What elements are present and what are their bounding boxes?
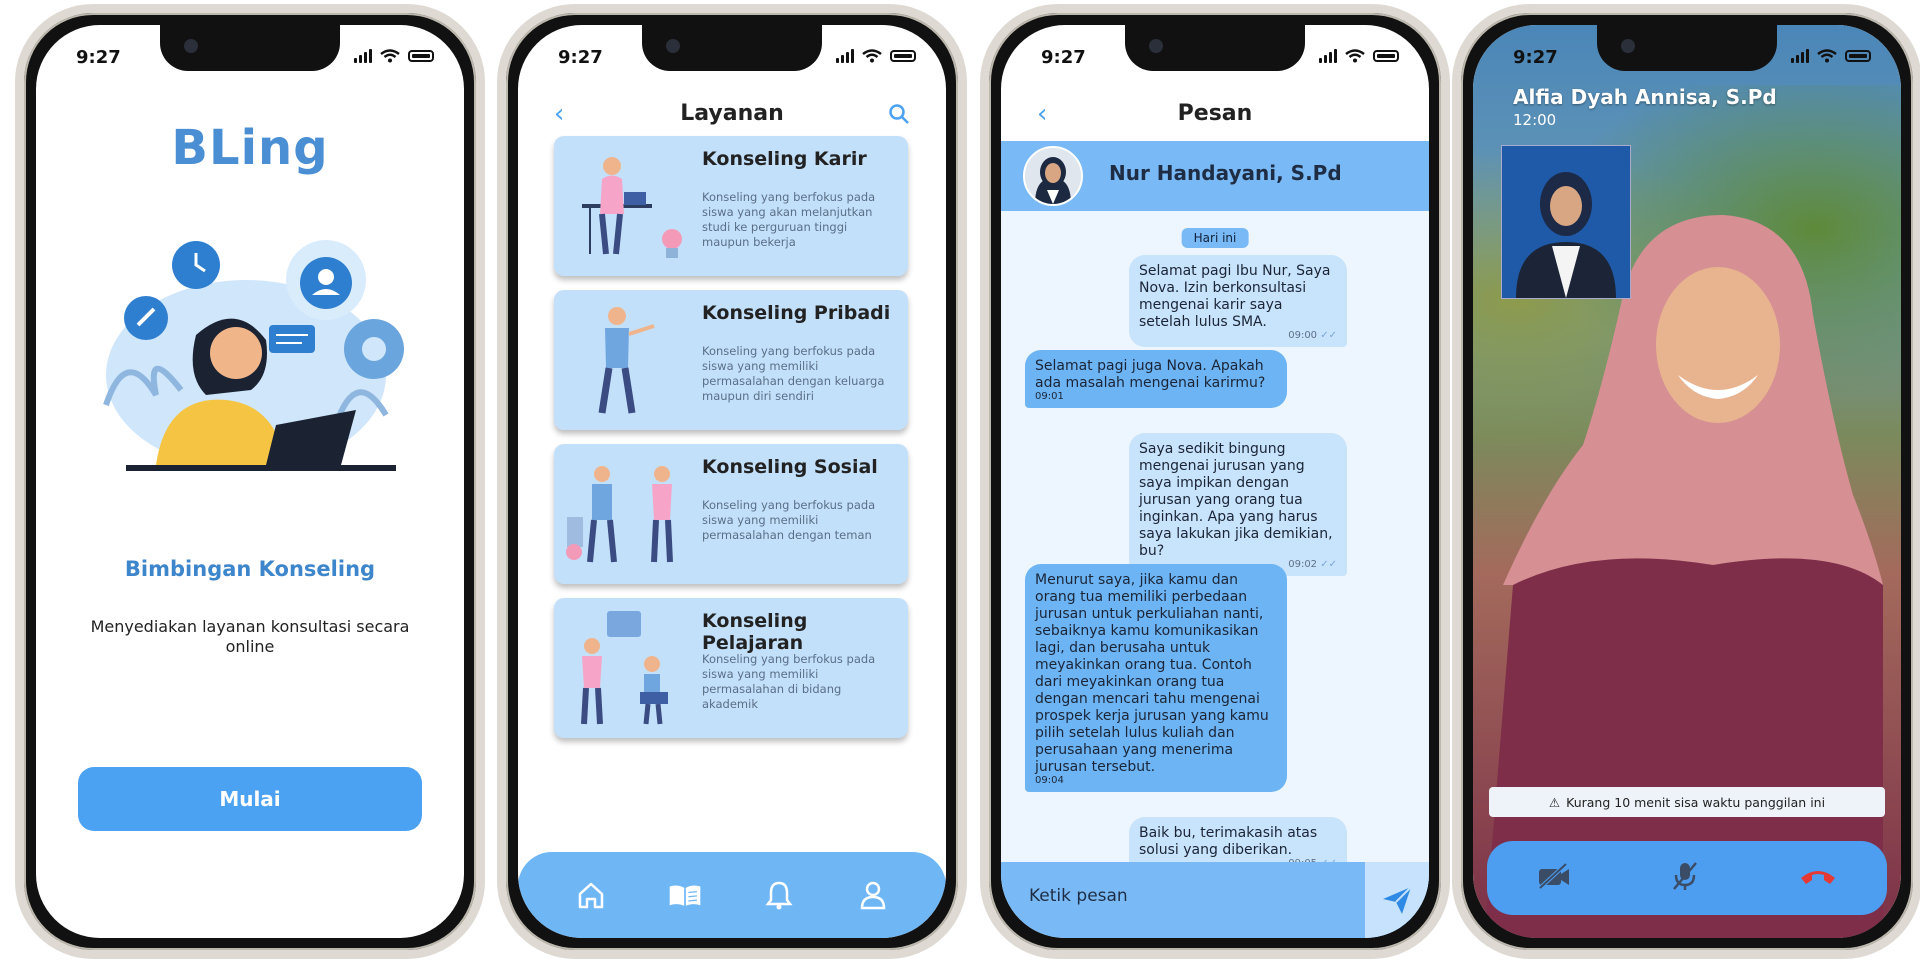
battery-icon xyxy=(1373,50,1399,62)
time-warning-banner: ⚠ Kurang 10 menit sisa waktu panggilan i… xyxy=(1489,787,1885,817)
app-logo: BLing xyxy=(171,120,329,176)
mic-off-icon[interactable] xyxy=(1670,860,1700,896)
card-description: Konseling yang berfokus pada siswa yang … xyxy=(702,498,876,542)
phone-chat: 9:27 ‹ Pesan Nur Handayani, S.Pd Hari in… xyxy=(980,4,1450,959)
avatar xyxy=(1023,146,1083,206)
day-label: Hari ini xyxy=(1181,228,1249,248)
message-time: 09:00 ✓✓ xyxy=(1288,330,1337,341)
status-bar: 9:27 xyxy=(1001,47,1429,75)
message-input-bar: Ketik pesan xyxy=(1001,862,1429,938)
service-card-sosial[interactable]: Konseling Sosial Konseling yang berfokus… xyxy=(554,444,908,584)
status-bar: 9:27 xyxy=(1473,47,1901,75)
phone-services: 9:27 ‹ Layanan Konseling Karir Konseling… xyxy=(497,4,967,959)
phone-videocall: Alfia Dyah Annisa, S.Pd 12:00 9:27 ⚠ Kur… xyxy=(1452,4,1920,959)
signal-icon xyxy=(354,49,372,63)
card-title: Konseling Sosial xyxy=(702,456,878,478)
wifi-icon xyxy=(380,49,400,63)
header: ‹ Pesan xyxy=(1001,95,1429,135)
career-illustration xyxy=(582,157,682,258)
service-card-karir[interactable]: Konseling Karir Konseling yang berfokus … xyxy=(554,136,908,276)
message-in: Menurut saya, jika kamu dan orang tua me… xyxy=(1025,564,1287,792)
screen-chat: 9:27 ‹ Pesan Nur Handayani, S.Pd Hari in… xyxy=(1001,25,1429,938)
message-time: 09:01 xyxy=(1035,391,1064,402)
social-illustration xyxy=(566,466,673,563)
message-input[interactable]: Ketik pesan xyxy=(1029,886,1128,906)
signal-icon xyxy=(1791,49,1809,63)
bottom-nav xyxy=(518,852,946,938)
customer-service-illustration xyxy=(103,240,404,471)
card-description: Konseling yang berfokus pada siswa yang … xyxy=(702,190,876,249)
warning-icon: ⚠ xyxy=(1548,794,1561,810)
message-text: Baik bu, terimakasih atas solusi yang di… xyxy=(1139,825,1318,858)
bell-icon[interactable] xyxy=(762,878,796,912)
message-text: Selamat pagi juga Nova. Apakah ada masal… xyxy=(1035,358,1266,391)
wifi-icon xyxy=(862,49,882,63)
screen-services: 9:27 ‹ Layanan Konseling Karir Konseling… xyxy=(518,25,946,938)
camera-off-icon[interactable] xyxy=(1536,861,1572,895)
message-text: Selamat pagi Ibu Nur, Saya Nova. Izin be… xyxy=(1139,263,1331,330)
search-icon[interactable] xyxy=(888,103,910,125)
status-bar: 9:27 xyxy=(518,47,946,75)
message-out: Selamat pagi Ibu Nur, Saya Nova. Izin be… xyxy=(1129,255,1347,347)
wifi-icon xyxy=(1345,49,1365,63)
battery-icon xyxy=(1845,50,1871,62)
screen-welcome: 9:27 BLing Bimbingan Konseling Menyediak… xyxy=(36,25,464,938)
call-time: 12:00 xyxy=(1513,111,1557,129)
status-time: 9:27 xyxy=(558,47,603,68)
phone-welcome: 9:27 BLing Bimbingan Konseling Menyediak… xyxy=(15,4,485,959)
double-check-icon: ✓✓ xyxy=(1320,330,1337,341)
wifi-icon xyxy=(1817,49,1837,63)
status-time: 9:27 xyxy=(76,47,121,68)
service-card-pelajaran[interactable]: Konseling Pelajaran Konseling yang berfo… xyxy=(554,598,908,738)
message-time: 09:04 xyxy=(1035,775,1064,786)
book-icon[interactable] xyxy=(668,878,702,912)
page-title: Pesan xyxy=(1177,101,1253,126)
user-icon[interactable] xyxy=(856,878,890,912)
status-time: 9:27 xyxy=(1513,47,1558,68)
message-out: Saya sedikit bingung mengenai jurusan ya… xyxy=(1129,433,1347,576)
status-bar: 9:27 xyxy=(36,47,464,75)
battery-icon xyxy=(408,50,434,62)
end-call-icon[interactable] xyxy=(1798,865,1838,891)
self-video-preview[interactable] xyxy=(1501,145,1631,299)
battery-icon xyxy=(890,50,916,62)
message-time: 09:02 ✓✓ xyxy=(1288,559,1337,570)
signal-icon xyxy=(1319,49,1337,63)
contact-name: Nur Handayani, S.Pd xyxy=(1109,161,1342,185)
double-check-icon: ✓✓ xyxy=(1320,559,1337,570)
screen-videocall: Alfia Dyah Annisa, S.Pd 12:00 9:27 ⚠ Kur… xyxy=(1473,25,1901,938)
caller-name: Alfia Dyah Annisa, S.Pd xyxy=(1513,85,1777,109)
home-icon[interactable] xyxy=(574,878,608,912)
warning-text: Kurang 10 menit sisa waktu panggilan ini xyxy=(1566,794,1826,810)
call-controls xyxy=(1487,841,1887,915)
service-card-pribadi[interactable]: Konseling Pribadi Konseling yang berfoku… xyxy=(554,290,908,430)
card-description: Konseling yang berfokus pada siswa yang … xyxy=(702,344,885,403)
signal-icon xyxy=(836,49,854,63)
card-title: Konseling Pribadi xyxy=(702,302,891,324)
header: ‹ Layanan xyxy=(518,95,946,135)
send-icon[interactable] xyxy=(1365,862,1429,938)
card-title: Konseling Pelajaran xyxy=(702,610,808,654)
start-button[interactable]: Mulai xyxy=(78,767,422,831)
status-time: 9:27 xyxy=(1041,47,1086,68)
message-text: Menurut saya, jika kamu dan orang tua me… xyxy=(1035,572,1269,775)
study-illustration xyxy=(581,611,668,725)
contact-header[interactable]: Nur Handayani, S.Pd xyxy=(1001,141,1429,211)
card-description: Konseling yang berfokus pada siswa yang … xyxy=(702,652,876,711)
message-in: Selamat pagi juga Nova. Apakah ada masal… xyxy=(1025,350,1287,408)
page-title: Bimbingan Konseling xyxy=(124,557,376,581)
personal-illustration xyxy=(598,307,655,414)
message-text: Saya sedikit bingung mengenai jurusan ya… xyxy=(1139,441,1333,559)
page-title: Layanan xyxy=(680,101,784,126)
card-title: Konseling Karir xyxy=(702,148,867,170)
page-description: Menyediakan layanan konsultasi secara on… xyxy=(90,617,410,656)
